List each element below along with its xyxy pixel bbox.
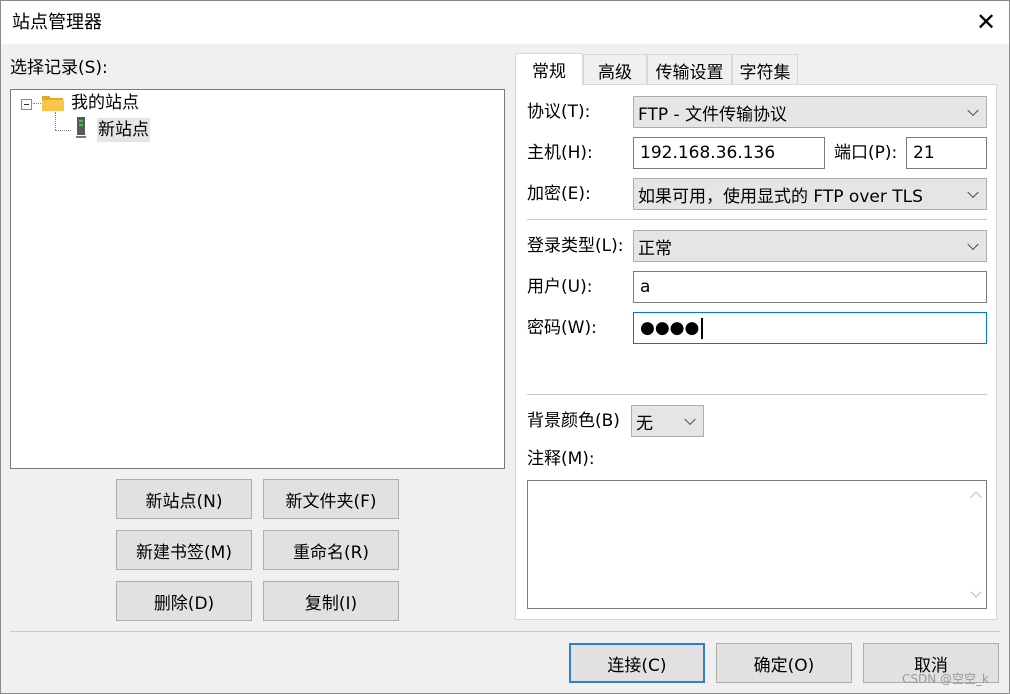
connect-button[interactable]: 连接(C) (569, 643, 705, 683)
chevron-down-icon (967, 238, 979, 251)
tree-connector (55, 112, 56, 130)
encryption-label: 加密(E): (527, 184, 591, 204)
password-input[interactable]: ●●●● (633, 312, 987, 344)
background-color-select[interactable]: 无 (631, 405, 704, 437)
new-site-button[interactable]: 新站点(N) (116, 479, 252, 519)
chevron-down-icon (967, 104, 979, 117)
protocol-select[interactable]: FTP - 文件传输协议 (633, 96, 987, 128)
tree-item-new-site[interactable]: 新站点 (97, 118, 150, 142)
rename-button[interactable]: 重命名(R) (263, 530, 399, 570)
logon-type-value: 正常 (638, 238, 672, 259)
delete-button[interactable]: 删除(D) (116, 581, 252, 621)
tree-connector (33, 103, 41, 104)
background-color-label: 背景颜色(B) (527, 411, 620, 431)
site-tree[interactable]: 我的站点 新站点 (10, 89, 505, 469)
chevron-down-icon (684, 413, 696, 426)
copy-button[interactable]: 复制(I) (263, 581, 399, 621)
new-bookmark-button[interactable]: 新建书签(M) (116, 530, 252, 570)
tab-charset[interactable]: 字符集 (732, 54, 798, 85)
user-label: 用户(U): (527, 277, 593, 297)
comments-scrollbar[interactable] (966, 481, 986, 608)
logon-type-label: 登录类型(L): (527, 236, 624, 256)
background-color-value: 无 (636, 413, 653, 434)
password-value: ●●●● (640, 318, 700, 338)
close-icon[interactable]: ✕ (969, 4, 1003, 40)
watermark: CSDN @空空_k (902, 672, 989, 686)
tree-item-my-sites[interactable]: 我的站点 (71, 91, 139, 115)
encryption-value: 如果可用，使用显式的 FTP over TLS (638, 186, 923, 207)
user-input[interactable]: a (633, 271, 987, 303)
scroll-up-icon[interactable] (970, 491, 982, 503)
port-input[interactable]: 21 (906, 137, 987, 169)
host-input[interactable]: 192.168.36.136 (633, 137, 825, 169)
new-folder-button[interactable]: 新文件夹(F) (263, 479, 399, 519)
collapse-icon[interactable] (21, 99, 32, 110)
protocol-label: 协议(T): (527, 102, 591, 122)
scroll-down-icon[interactable] (970, 586, 982, 598)
window-title: 站点管理器 (12, 12, 102, 33)
logon-type-select[interactable]: 正常 (633, 230, 987, 262)
divider (527, 219, 987, 220)
host-label: 主机(H): (527, 143, 593, 163)
tab-transfer-settings[interactable]: 传输设置 (647, 54, 732, 85)
tab-advanced[interactable]: 高级 (583, 54, 647, 85)
encryption-select[interactable]: 如果可用，使用显式的 FTP over TLS (633, 178, 987, 210)
title-bar (0, 0, 1010, 44)
tab-general[interactable]: 常规 (515, 53, 583, 85)
tree-connector (55, 130, 71, 131)
comments-label: 注释(M): (527, 449, 595, 469)
server-icon (76, 117, 86, 138)
ok-button[interactable]: 确定(O) (716, 643, 852, 683)
folder-icon (42, 96, 64, 111)
port-label: 端口(P): (834, 143, 898, 163)
select-entry-label: 选择记录(S): (10, 58, 108, 78)
protocol-value: FTP - 文件传输协议 (638, 104, 788, 125)
footer-divider (10, 631, 1000, 632)
divider (527, 394, 987, 395)
password-label: 密码(W): (527, 318, 597, 338)
text-caret (701, 317, 704, 339)
comments-textarea[interactable] (527, 480, 987, 609)
chevron-down-icon (967, 186, 979, 199)
